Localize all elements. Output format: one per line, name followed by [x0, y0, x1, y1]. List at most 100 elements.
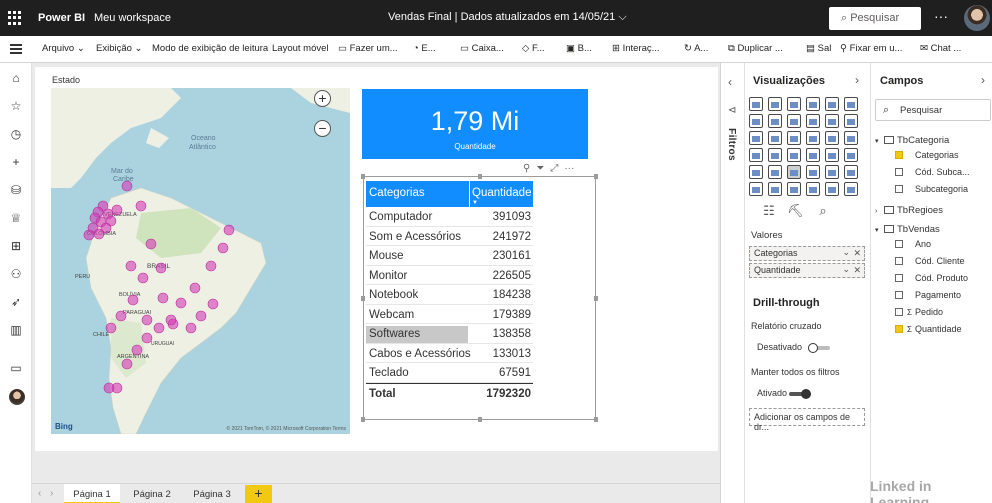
add-page-button[interactable]: +	[245, 485, 272, 503]
map-bubble[interactable]	[157, 292, 169, 304]
textbox-button[interactable]: ▭ Caixa...	[460, 43, 504, 54]
area-visual-icon[interactable]	[768, 114, 782, 128]
table-row[interactable]: Som e Acessórios 241972	[366, 227, 533, 246]
home-icon[interactable]: ⌂	[9, 71, 23, 85]
gauge-visual-icon[interactable]	[806, 148, 820, 162]
table-row[interactable]: Softwares 138358	[366, 324, 533, 344]
field-item[interactable]: Subcategoria	[895, 184, 968, 194]
map-bubble[interactable]	[115, 310, 127, 322]
map-bubble[interactable]	[111, 204, 123, 216]
resize-handle[interactable]	[594, 296, 598, 301]
zoom-in-icon[interactable]: +	[314, 90, 331, 107]
chat-teams-button[interactable]: ✉ Chat ...	[920, 43, 961, 54]
table-visual-icon[interactable]	[787, 165, 801, 179]
multi-row-card-visual-icon[interactable]	[844, 148, 858, 162]
field-item[interactable]: Cód. Subca...	[895, 167, 970, 177]
favorites-icon[interactable]: ☆	[9, 99, 23, 113]
app-name[interactable]: Power BI	[38, 12, 85, 24]
collapse-left-icon[interactable]: ‹	[728, 75, 732, 89]
line-visual-icon[interactable]	[749, 114, 763, 128]
keep-filters-toggle[interactable]: Ativado	[757, 388, 811, 399]
map-bubble[interactable]	[145, 238, 157, 250]
map-bubble[interactable]	[121, 358, 133, 370]
map-bubble[interactable]	[205, 260, 217, 272]
workspace-avatar[interactable]	[9, 389, 25, 405]
goals-icon[interactable]: ♕	[9, 211, 23, 225]
duplicate-button[interactable]: ⧉ Duplicar ...	[728, 43, 783, 54]
clustered-bar-visual-icon[interactable]	[787, 97, 801, 111]
map-copyright[interactable]: © 2021 TomTom, © 2021 Microsoft Corporat…	[227, 426, 346, 432]
avatar[interactable]	[964, 5, 990, 31]
field-item[interactable]: Cód. Cliente	[895, 256, 965, 266]
python-visual-visual-icon[interactable]	[844, 165, 858, 179]
map-bubble[interactable]	[185, 322, 197, 334]
field-checkbox[interactable]	[895, 240, 903, 248]
more-options-icon[interactable]: ···	[564, 163, 574, 174]
slicer-visual-icon[interactable]	[768, 165, 782, 179]
datasets-icon[interactable]: ⛁	[9, 183, 23, 197]
card-visual-icon[interactable]	[825, 148, 839, 162]
map-bubble[interactable]	[175, 297, 187, 309]
add-drill-fields-well[interactable]: Adicionar os campos de dr...	[749, 408, 865, 432]
buttons-button[interactable]: ▣ B...	[566, 43, 592, 54]
view-menu[interactable]: Exibição ⌄	[96, 43, 143, 54]
field-checkbox[interactable]	[895, 291, 903, 299]
donut-visual-icon[interactable]	[825, 131, 839, 145]
field-checkbox[interactable]	[895, 325, 903, 333]
create-icon[interactable]: +	[9, 155, 23, 169]
zoom-out-icon[interactable]: −	[314, 120, 331, 137]
map-bubble[interactable]	[105, 322, 117, 334]
values-field-quantidade[interactable]: Quantidade ⌄ ✕	[749, 263, 865, 278]
map-bubble[interactable]	[141, 314, 153, 326]
resize-handle[interactable]	[594, 174, 598, 179]
cross-report-toggle[interactable]: Desativado	[757, 342, 830, 353]
stacked-column-visual-icon[interactable]	[768, 97, 782, 111]
paginated-visual-icon[interactable]	[825, 182, 839, 196]
decomposition-visual-icon[interactable]	[768, 182, 782, 196]
workspace-link[interactable]: Meu workspace	[94, 12, 171, 24]
toggle-switch[interactable]	[789, 389, 811, 399]
app-launcher-icon[interactable]	[8, 11, 22, 25]
field-checkbox[interactable]	[895, 257, 903, 265]
table-row[interactable]: Monitor 226505	[366, 266, 533, 285]
filled-map-visual-icon[interactable]	[768, 148, 782, 162]
map-bubble[interactable]	[93, 228, 105, 240]
table-node[interactable]: › TbRegioes	[875, 205, 943, 216]
toggle-switch[interactable]	[808, 343, 830, 353]
resize-handle[interactable]	[478, 174, 482, 179]
analytics-icon[interactable]: ⌕	[815, 203, 831, 219]
clustered-column-visual-icon[interactable]	[806, 97, 820, 111]
workspaces-icon[interactable]: ▭	[9, 361, 23, 375]
field-item[interactable]: Cód. Produto	[895, 273, 968, 283]
qa-visual-icon[interactable]	[787, 182, 801, 196]
field-item[interactable]: Σ Quantidade	[895, 324, 962, 334]
map-bubble[interactable]	[125, 260, 137, 272]
chevron-down-icon[interactable]: ⌄	[842, 264, 850, 275]
sort-desc-icon[interactable]: ▼	[472, 200, 478, 206]
report-title[interactable]: Vendas Final | Dados atualizados em 14/0…	[388, 11, 627, 24]
chevron-down-icon[interactable]: ▾	[875, 137, 883, 145]
100-column-visual-icon[interactable]	[844, 97, 858, 111]
resize-handle[interactable]	[361, 174, 365, 179]
table-node[interactable]: ▾ TbVendas	[875, 224, 940, 235]
shape-map-visual-icon[interactable]	[787, 148, 801, 162]
table-row[interactable]: Notebook 184238	[366, 285, 533, 305]
narrative-visual-icon[interactable]	[806, 182, 820, 196]
field-item[interactable]: Σ Pedido	[895, 307, 943, 317]
pin-visual-icon[interactable]: ⚲	[523, 163, 530, 174]
filters-label[interactable]: Filtros	[726, 128, 737, 161]
fields-search-input[interactable]: ⌕ Pesquisar	[875, 99, 991, 121]
scatter-visual-icon[interactable]	[787, 131, 801, 145]
format-paintroller-icon[interactable]: ⛏	[787, 203, 804, 219]
more-visual-icon[interactable]	[844, 182, 858, 196]
map-bubble[interactable]	[153, 322, 165, 334]
line-clustered-visual-icon[interactable]	[825, 114, 839, 128]
map-bubble[interactable]	[137, 272, 149, 284]
expand-right-icon[interactable]: ›	[855, 73, 859, 87]
file-menu[interactable]: Arquivo ⌄	[42, 43, 85, 54]
map-bubble[interactable]	[195, 310, 207, 322]
map-visual-icon[interactable]	[749, 148, 763, 162]
map-bubble[interactable]	[207, 298, 219, 310]
remove-field-icon[interactable]: ✕	[853, 265, 861, 276]
reading-view-button[interactable]: Modo de exibição de leitura	[152, 43, 268, 54]
